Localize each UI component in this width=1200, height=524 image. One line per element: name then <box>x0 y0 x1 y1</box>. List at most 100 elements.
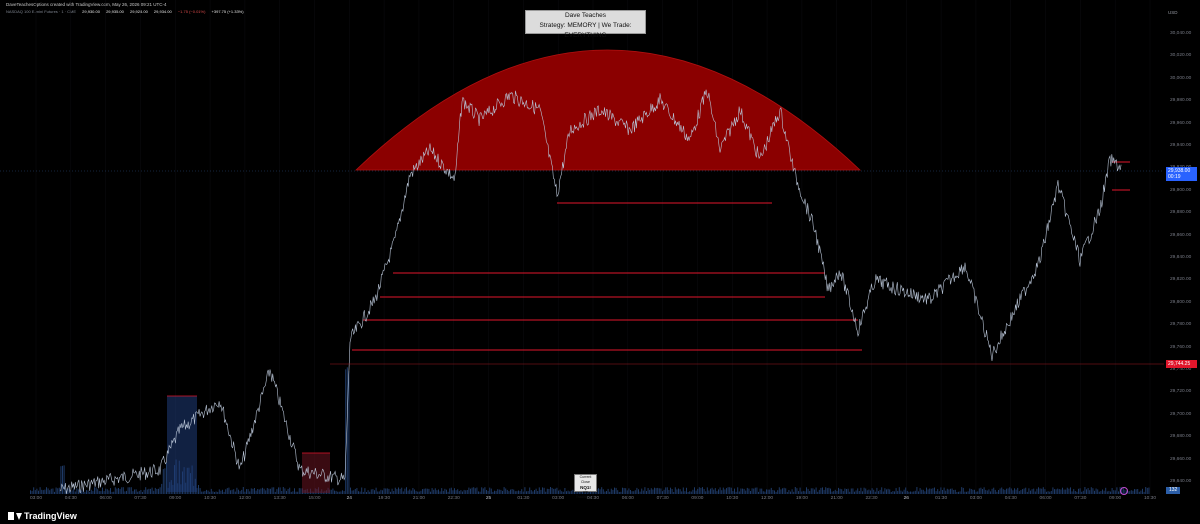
volume-bar <box>273 487 275 494</box>
volume-bar <box>676 489 678 494</box>
volume-bar <box>369 491 371 494</box>
volume-bar <box>111 491 113 494</box>
volume-bar <box>1055 489 1057 494</box>
volume-bar <box>650 488 652 494</box>
volume-bar <box>836 491 838 494</box>
volume-bar <box>703 489 705 494</box>
time-tick-label: 15:00 <box>308 496 321 501</box>
volume-bar <box>750 491 751 494</box>
volume-bar <box>1052 487 1054 494</box>
chart-window: DaveTeachesOptions created with TradingV… <box>0 0 1200 524</box>
volume-bar <box>983 487 985 494</box>
volume-bar <box>657 487 659 494</box>
volume-bar <box>287 489 289 494</box>
price-chart-canvas[interactable] <box>0 0 1164 496</box>
volume-bar <box>868 489 870 494</box>
strategy-title-box[interactable]: Dave Teaches Strategy: MEMORY | We Trade… <box>525 10 646 39</box>
volume-bar <box>286 490 287 494</box>
volume-bar <box>722 487 724 494</box>
volume-bar <box>719 487 721 494</box>
chart-settings-icon[interactable] <box>1120 487 1128 495</box>
volume-bar <box>978 488 980 494</box>
volume-bar <box>58 487 60 494</box>
volume-bar <box>206 489 207 494</box>
volume-bar <box>1097 489 1099 494</box>
volume-bar <box>255 490 257 494</box>
volume-bar <box>937 489 939 494</box>
price-axis[interactable]: USD 30,040.00 30,020.00 30,000.00 29,980.00… <box>1164 6 1200 492</box>
volume-bar <box>809 491 811 494</box>
price-tick-label: 29,980.00 <box>1170 98 1192 104</box>
volume-bar <box>263 488 265 494</box>
volume-bar <box>370 489 372 494</box>
volume-bar <box>223 491 225 494</box>
volume-bar <box>513 489 515 494</box>
volume-bar <box>871 488 873 494</box>
volume-bar <box>614 487 615 494</box>
volume-bar <box>450 487 452 494</box>
volume-bar <box>110 488 111 494</box>
volume-bar <box>940 487 942 494</box>
volume-bar <box>207 490 209 494</box>
volume-bar <box>682 487 684 494</box>
volume-bar <box>964 491 966 494</box>
volume-bar <box>686 487 687 494</box>
volume-bar <box>33 487 35 494</box>
volume-bar <box>911 491 913 494</box>
volume-bar <box>94 487 95 494</box>
volume-bar <box>1028 488 1030 494</box>
volume-bar <box>543 487 545 494</box>
volume-bar <box>772 490 774 494</box>
volume-bar <box>631 491 633 494</box>
volume-bar <box>935 491 937 494</box>
volume-bar <box>950 488 951 494</box>
volume-bar <box>257 489 259 494</box>
volume-bar <box>570 490 572 494</box>
volume-bar <box>244 491 246 494</box>
tradingview-logo[interactable]: TradingView <box>8 510 77 522</box>
volume-bar <box>782 488 783 494</box>
volume-bar <box>735 491 737 494</box>
alert-price-badge[interactable]: 29,744.25 <box>1166 360 1197 368</box>
time-tick-label: 22:30 <box>447 496 460 501</box>
volume-bar <box>214 492 215 494</box>
volume-bar <box>215 491 217 494</box>
volume-bar <box>532 491 534 494</box>
volume-bar <box>633 491 635 494</box>
volume-bar <box>121 487 123 494</box>
volume-bar <box>55 487 57 494</box>
volume-bar <box>545 491 547 494</box>
volume-bar <box>1095 488 1097 494</box>
volume-bar <box>708 490 710 494</box>
volume-bar <box>521 489 523 494</box>
volume-bar <box>982 489 983 494</box>
volume-bar <box>684 491 686 494</box>
volume-bar <box>430 491 431 494</box>
volume-bar <box>1106 491 1108 494</box>
volume-bar <box>970 489 972 494</box>
time-axis[interactable]: 03:00 04:30 06:00 07:30 09:00 10:30 12:00 13:30… <box>0 496 1164 506</box>
volume-bar <box>1060 489 1062 494</box>
volume-bar <box>850 488 852 494</box>
volume-bar <box>975 491 977 494</box>
session-marker[interactable]: Current Close NQ1! via TradingView <box>574 474 597 499</box>
volume-bar <box>1071 491 1073 494</box>
volume-bar <box>634 490 636 494</box>
volume-bar <box>844 488 846 494</box>
volume-bar <box>106 489 108 494</box>
volume-bar <box>900 490 902 494</box>
volume-bar <box>762 491 764 494</box>
volume-bar <box>210 488 212 494</box>
volume-bar <box>478 491 479 494</box>
volume-bar <box>1138 491 1140 494</box>
volume-bar <box>95 487 97 494</box>
volume-bar <box>30 490 31 494</box>
volume-bar <box>977 491 979 494</box>
volume-bar <box>647 488 649 494</box>
volume-bar <box>1084 487 1086 494</box>
volume-bar <box>689 491 691 494</box>
volume-bar <box>260 488 262 494</box>
volume-bar <box>1074 491 1076 494</box>
volume-bar <box>761 488 763 494</box>
volume-bar <box>930 488 932 494</box>
